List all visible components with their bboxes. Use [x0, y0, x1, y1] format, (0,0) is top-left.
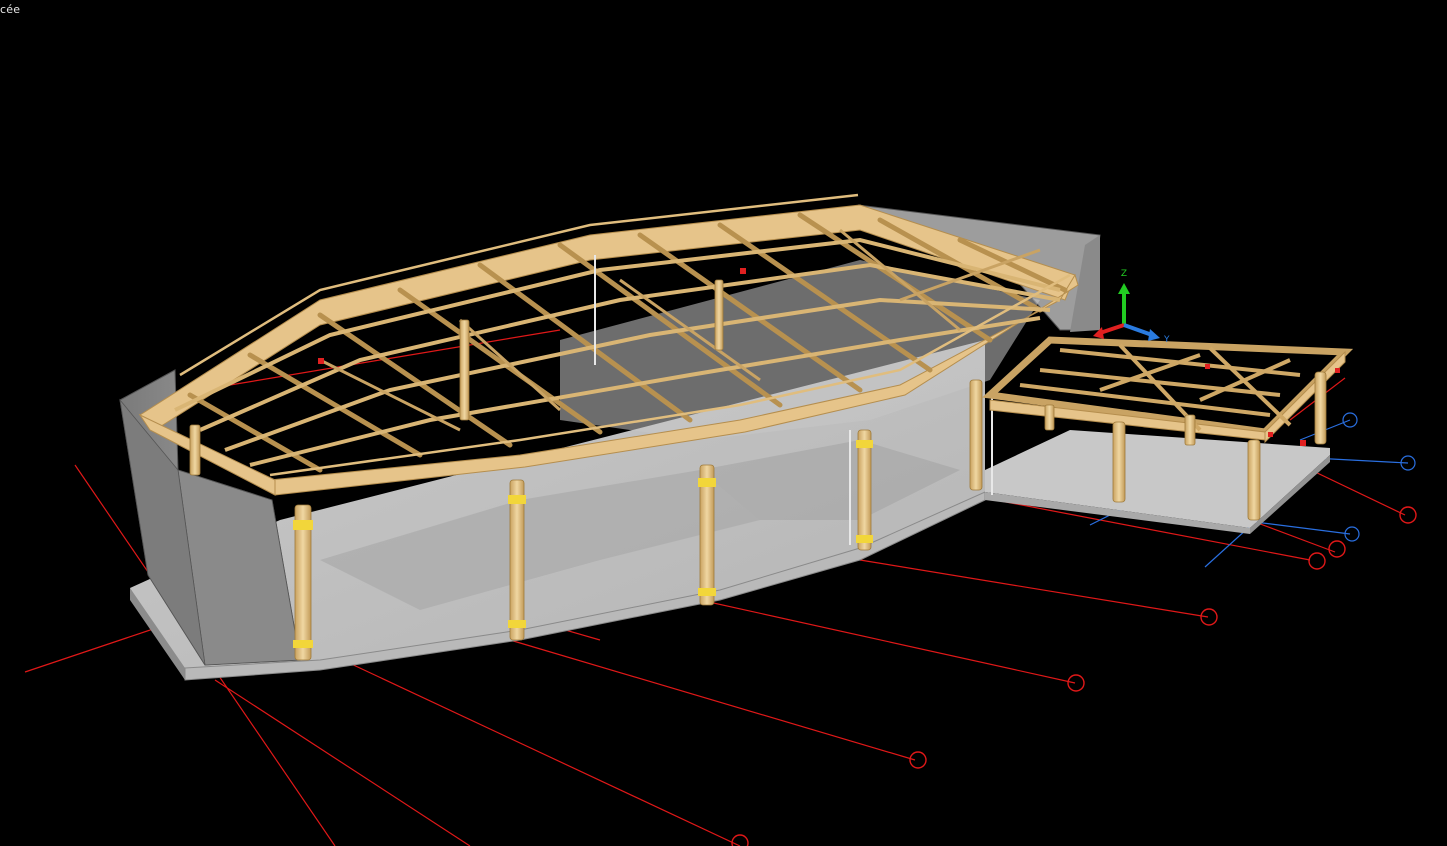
y-axis-label: Y: [1163, 335, 1170, 345]
z-axis-arrow-icon: [1118, 283, 1130, 294]
y-axis-arrow-icon: [1148, 329, 1160, 341]
structural-model-canvas[interactable]: Z Y: [0, 0, 1447, 846]
annex-roof[interactable]: [982, 336, 1354, 444]
z-axis-label: Z: [1121, 269, 1127, 279]
3d-viewport[interactable]: cée Z Y: [0, 0, 1447, 846]
axis-gizmo[interactable]: Z Y: [1093, 269, 1170, 345]
